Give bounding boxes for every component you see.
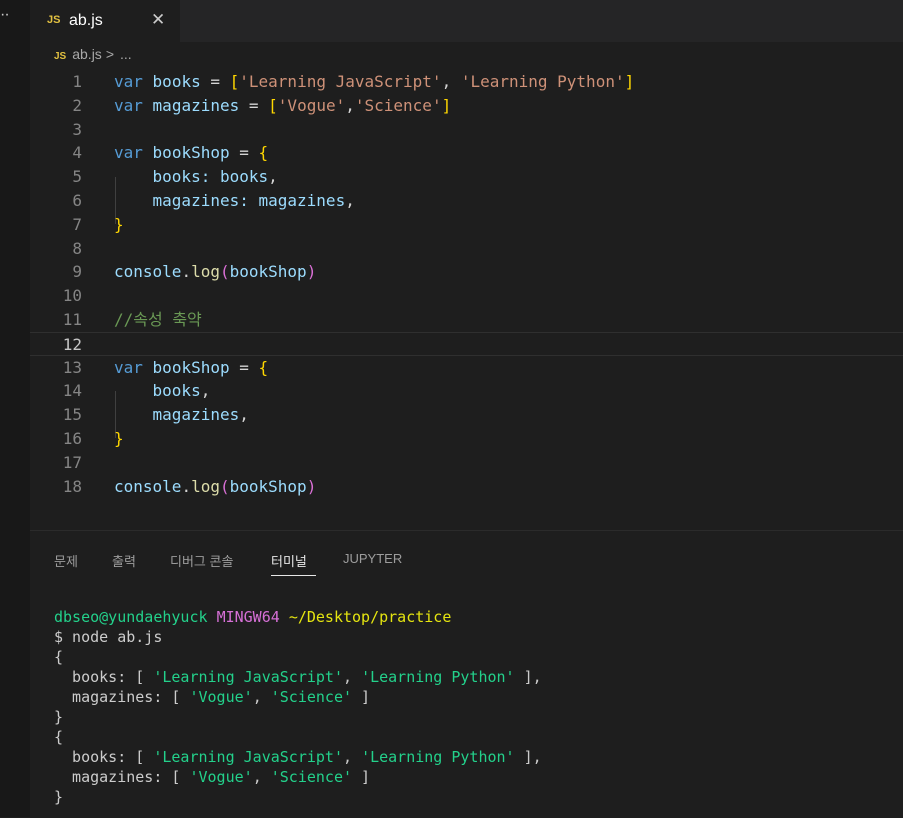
code-line: 14 books, [30,379,903,403]
current-line: 12 [30,331,903,356]
code-line: 1 var books = ['Learning JavaScript', 'Le… [30,70,903,94]
terminal-command: $ node ab.js [54,628,163,646]
line-number: 17 [62,452,82,472]
line-number: 18 [62,476,82,496]
editor-tab-bar: JS ab.js ✕ [30,0,903,43]
line-number: 7 [72,214,82,234]
tab-terminal[interactable]: 터미널 [271,551,307,570]
bottom-panel: 문제 출력 디버그 콘솔 터미널 JUPYTER dbseo@yundaehyu… [30,530,903,818]
line-number: 14 [62,381,82,401]
code-line: 15 magazines, [30,403,903,427]
code-line: 17 [30,451,903,475]
line-number: 11 [62,310,82,329]
line-number: 9 [72,262,82,282]
line-number: 16 [62,429,82,448]
code-line: 2 var magazines = ['Vogue','Science'] [30,94,903,118]
chevron-right-icon: > [105,46,114,62]
tab-label: ab.js [69,12,103,29]
code-editor[interactable]: 1 var books = ['Learning JavaScript', 'Le… [30,70,903,510]
close-icon[interactable]: ✕ [151,10,165,30]
code-line: 18 console.log(bookShop) [30,475,903,499]
terminal-line: magazines: [ 'Vogue', 'Science' ] [54,688,371,706]
line-number: 3 [72,119,82,139]
code-comment: //속성 축약 [114,310,202,329]
code-line: 6 magazines: magazines, [30,189,903,213]
line-number: 8 [72,238,82,258]
terminal-line: books: [ 'Learning JavaScript', 'Learnin… [54,668,542,686]
javascript-file-icon: JS [54,51,67,62]
code-line: 5 books: books, [30,165,903,189]
breadcrumb-symbol[interactable]: ... [120,46,132,62]
terminal-prompt: dbseo@yundaehyuck MINGW64 ~/Desktop/prac… [54,608,452,626]
terminal-line: { [54,728,64,746]
tab-output[interactable]: 출력 [112,551,136,570]
active-tab-indicator [271,575,316,576]
breadcrumb: JS ab.js >... [54,46,132,68]
line-number: 1 [72,72,82,91]
line-number: 12 [62,334,82,354]
breadcrumb-file[interactable]: ab.js [72,46,102,62]
code-line: 10 [30,284,903,308]
terminal-line: } [54,708,64,726]
tab-problems[interactable]: 문제 [54,551,78,570]
code-line: 9 console.log(bookShop) [30,260,903,284]
code-line: 13 var bookShop = { [30,356,903,380]
terminal-output[interactable]: dbseo@yundaehyuck MINGW64 ~/Desktop/prac… [54,607,542,807]
activity-strip: ·· [0,0,30,817]
line-number: 4 [72,143,82,163]
code-line: 4 var bookShop = { [30,141,903,165]
tab-jupyter[interactable]: JUPYTER [343,551,402,566]
terminal-line: books: [ 'Learning JavaScript', 'Learnin… [54,748,542,766]
code-line: 16} [30,427,903,451]
terminal-line: { [54,648,64,666]
code-line: 8 [30,237,903,261]
code-line: 7} [30,213,903,237]
line-number: 15 [62,405,82,425]
line-number: 5 [72,167,82,187]
terminal-line: magazines: [ 'Vogue', 'Science' ] [54,768,371,786]
line-number: 10 [62,286,82,306]
code-line: 3 [30,118,903,142]
tab-ab-js[interactable]: JS ab.js ✕ [30,0,180,43]
line-number: 6 [72,191,82,210]
line-number: 2 [72,95,82,115]
tab-debug-console[interactable]: 디버그 콘솔 [170,551,233,570]
code-line: 11 //속성 축약 [30,308,903,332]
more-icon[interactable]: ·· [0,6,10,24]
terminal-line: } [54,788,64,806]
javascript-file-icon: JS [47,14,61,26]
line-number: 13 [62,357,82,377]
